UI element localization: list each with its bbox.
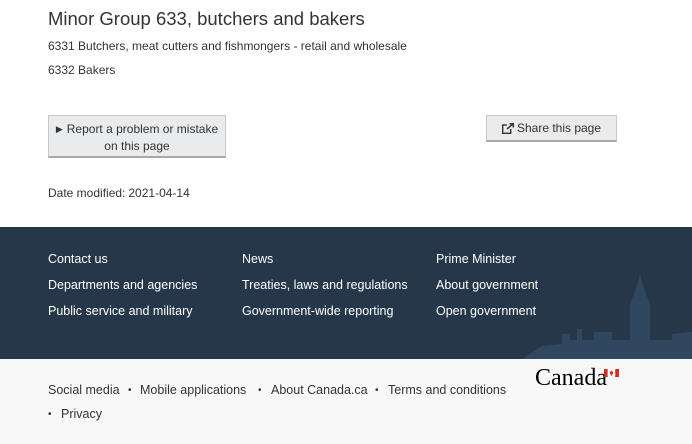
triangle-right-icon: ▶: [55, 124, 63, 134]
separator-bullet: •: [128, 385, 132, 396]
list-item-6332[interactable]: 6332 Bakers: [48, 63, 115, 77]
report-button-label-line2: on this page: [104, 139, 170, 153]
share-icon: [501, 122, 515, 135]
footer-link-social-media[interactable]: Social media: [48, 383, 120, 397]
footer-link-terms[interactable]: Terms and conditions: [388, 383, 506, 397]
footer-link-prime-minister[interactable]: Prime Minister: [436, 252, 516, 266]
list-item-6331[interactable]: 6331 Butchers, meat cutters and fishmong…: [48, 39, 407, 53]
footer-link-contact-us[interactable]: Contact us: [48, 252, 108, 266]
share-page-button[interactable]: Share this page: [486, 115, 617, 142]
date-modified: Date modified: 2021-04-14: [48, 186, 190, 200]
parliament-skyline-decoration: [522, 274, 692, 359]
footer-link-treaties[interactable]: Treaties, laws and regulations: [242, 278, 408, 292]
report-problem-button[interactable]: ▶ Report a problem or mistake on this pag…: [48, 115, 226, 158]
date-modified-label: Date modified:: [48, 186, 126, 200]
footer-bottom: Social media • Mobile applications • Abo…: [0, 359, 692, 444]
main-content: Minor Group 633, butchers and bakers 633…: [0, 0, 692, 227]
footer-main: Contact us Departments and agencies Publ…: [0, 227, 692, 359]
footer-link-public-service[interactable]: Public service and military: [48, 304, 193, 318]
canada-wordmark: Canada: [535, 365, 607, 391]
footer-link-open-government[interactable]: Open government: [436, 304, 536, 318]
footer-link-departments[interactable]: Departments and agencies: [48, 278, 197, 292]
separator-bullet: •: [258, 385, 262, 396]
date-modified-value: 2021-04-14: [128, 186, 190, 200]
page-title: Minor Group 633, butchers and bakers: [48, 8, 365, 29]
footer-link-government-reporting[interactable]: Government-wide reporting: [242, 304, 393, 318]
share-button-label: Share this page: [516, 121, 602, 135]
footer-link-mobile-applications[interactable]: Mobile applications: [140, 383, 246, 397]
separator-bullet: •: [48, 409, 52, 420]
footer-link-news[interactable]: News: [242, 252, 273, 266]
canada-flag-icon: [604, 369, 619, 377]
report-button-label-line1: Report a problem or mistake: [66, 122, 219, 136]
separator-bullet: •: [375, 385, 379, 396]
footer-link-about-government[interactable]: About government: [436, 278, 538, 292]
footer-link-about-canada[interactable]: About Canada.ca: [271, 383, 368, 397]
footer-link-privacy[interactable]: Privacy: [61, 407, 102, 421]
